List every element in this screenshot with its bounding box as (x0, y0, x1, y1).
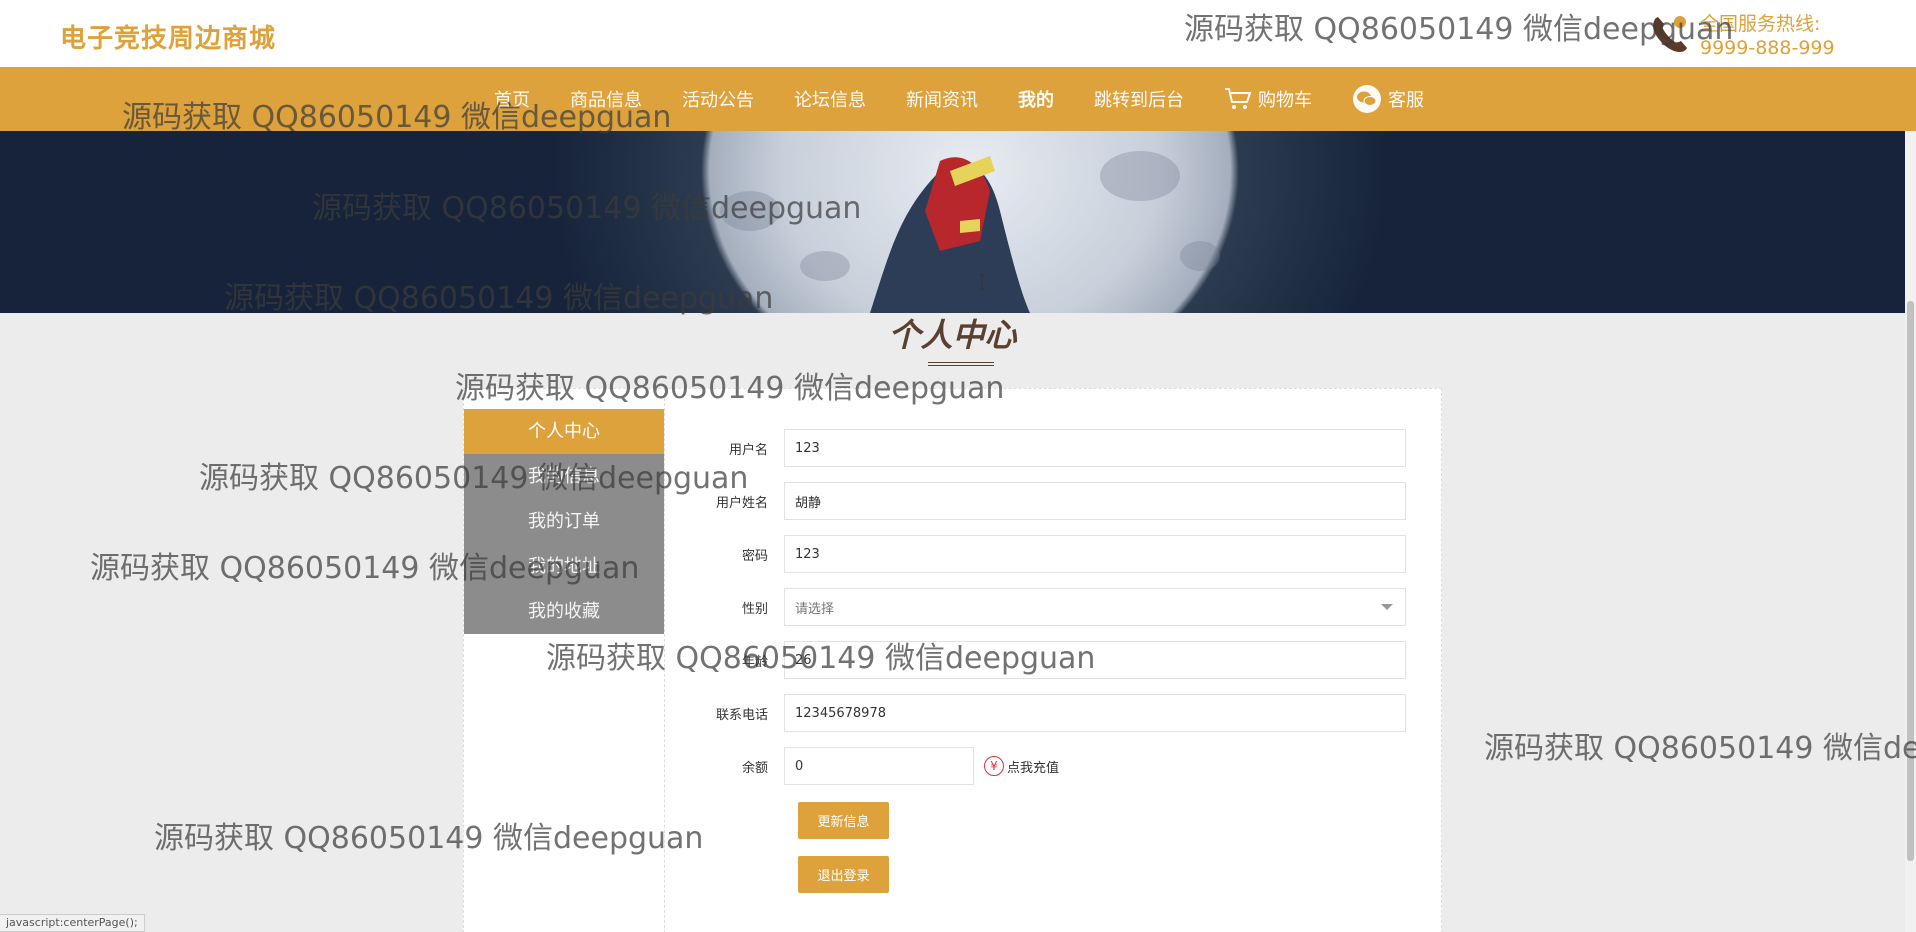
watermark: 源码获取 QQ86050149 微信deepguan (1484, 731, 1916, 766)
nav-item-label: 活动公告 (682, 90, 754, 111)
nav-item-label: 商品信息 (570, 90, 642, 111)
banner-character-image (870, 156, 1030, 313)
update-info-button[interactable]: 更新信息 (798, 802, 889, 839)
realname-label: 用户姓名 (715, 495, 768, 511)
nav-item-home[interactable]: 首页 (494, 86, 530, 112)
phone-input[interactable]: 12345678978 (784, 694, 1406, 732)
form-row-phone: 联系电话 12345678978 (680, 693, 1420, 733)
hotline-label: 全国服务热线: (1700, 13, 1821, 35)
sidebar-item-my-favorites[interactable]: 我的收藏 (464, 589, 664, 634)
nav-item-label: 首页 (494, 90, 530, 111)
chevron-down-icon (1381, 604, 1393, 610)
form-row-gender: 性别 请选择 (680, 587, 1420, 627)
nav-item-label: 我的 (1018, 90, 1054, 111)
sidebar-item-my-address[interactable]: 我的地址 (464, 544, 664, 589)
nav-item-admin[interactable]: 跳转到后台 (1094, 86, 1184, 112)
main-nav: 首页 商品信息 活动公告 论坛信息 新闻资讯 我的 跳转到后台 购物车 客服 (0, 67, 1916, 131)
nav-item-service[interactable]: 客服 (1352, 84, 1424, 114)
wechat-icon (1353, 85, 1381, 113)
sidebar-item-profile-center[interactable]: 个人中心 (464, 409, 664, 454)
gender-select-placeholder: 请选择 (795, 601, 835, 617)
phone-icon (1653, 16, 1687, 52)
balance-input[interactable]: 0 (784, 747, 974, 785)
balance-label: 余额 (741, 760, 768, 776)
phone-label: 联系电话 (715, 707, 768, 723)
hotline: 全国服务热线: 9999-888-999 (1648, 12, 1835, 60)
sidebar-item-my-info[interactable]: 我的信息 (464, 454, 664, 499)
text-cursor-icon (979, 274, 985, 290)
nav-item-label: 新闻资讯 (906, 90, 978, 111)
user-sidebar: 个人中心 我的信息 我的订单 我的地址 我的收藏 (464, 409, 664, 634)
nav-item-label: 客服 (1388, 90, 1424, 111)
form-row-age: 年龄 26 (680, 640, 1420, 680)
nav-item-forum[interactable]: 论坛信息 (794, 86, 866, 112)
age-label: 年龄 (741, 654, 768, 670)
gender-label: 性别 (741, 601, 768, 617)
nav-item-cart[interactable]: 购物车 (1224, 86, 1312, 112)
top-header: 电子竞技周边商城 全国服务热线: 9999-888-999 (0, 0, 1916, 67)
form-row-realname: 用户姓名 胡静 (680, 481, 1420, 521)
nav-item-mine[interactable]: 我的 (1018, 86, 1054, 112)
recharge-link[interactable]: ¥ 点我充值 (984, 756, 1059, 776)
yen-icon: ¥ (984, 756, 1004, 776)
browser-status-bar: javascript:centerPage(); (0, 914, 145, 932)
scrollbar-thumb[interactable] (1907, 301, 1914, 861)
username-input[interactable]: 123 (784, 429, 1406, 467)
form-row-password: 密码 123 (680, 534, 1420, 574)
realname-input[interactable]: 胡静 (784, 482, 1406, 520)
logout-button[interactable]: 退出登录 (798, 856, 889, 893)
form-row-balance: 余额 0 ¥ 点我充值 (680, 746, 1420, 786)
recharge-label: 点我充值 (1007, 760, 1060, 776)
username-label: 用户名 (728, 442, 768, 458)
title-underline (928, 362, 994, 366)
page-title: 个人中心 (888, 316, 1017, 354)
hero-banner (0, 131, 1905, 313)
site-logo[interactable]: 电子竞技周边商城 (60, 18, 276, 55)
password-input[interactable]: 123 (784, 535, 1406, 573)
nav-item-label: 购物车 (1258, 90, 1312, 111)
nav-item-news[interactable]: 新闻资讯 (906, 86, 978, 112)
cart-icon (1225, 88, 1252, 109)
gender-select[interactable]: 请选择 (784, 588, 1406, 626)
nav-item-events[interactable]: 活动公告 (682, 86, 754, 112)
password-label: 密码 (741, 548, 768, 564)
page-scrollbar[interactable] (1905, 131, 1916, 932)
nav-item-label: 跳转到后台 (1094, 90, 1184, 111)
hotline-number: 9999-888-999 (1700, 37, 1835, 59)
sidebar-item-my-orders[interactable]: 我的订单 (464, 499, 664, 544)
nav-item-label: 论坛信息 (794, 90, 866, 111)
age-input[interactable]: 26 (784, 641, 1406, 679)
sidebar-divider (664, 388, 665, 932)
nav-item-products[interactable]: 商品信息 (570, 86, 642, 112)
form-row-username: 用户名 123 (680, 428, 1420, 468)
